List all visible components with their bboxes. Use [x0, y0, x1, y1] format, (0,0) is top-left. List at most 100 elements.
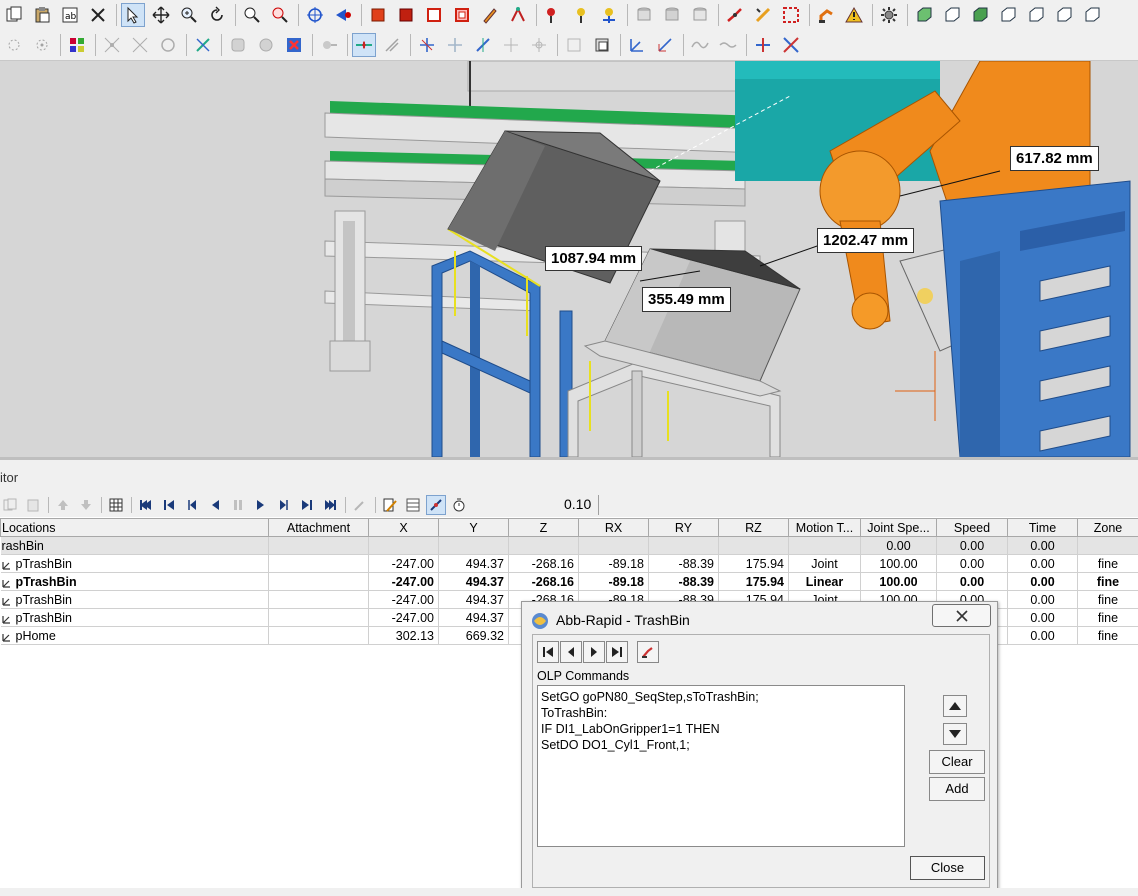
- lines-tool-icon[interactable]: [380, 33, 404, 57]
- frame-gray3-icon[interactable]: [562, 33, 586, 57]
- snap2-icon[interactable]: [30, 33, 54, 57]
- jump-start-icon[interactable]: [136, 495, 156, 515]
- column-header-speed[interactable]: Speed: [936, 518, 1008, 537]
- frame-gray2-icon[interactable]: [527, 33, 551, 57]
- green-box-icon[interactable]: [912, 3, 936, 27]
- column-header-x[interactable]: X: [368, 518, 439, 537]
- red-box-split-icon[interactable]: [450, 3, 474, 27]
- step-forward-icon[interactable]: [274, 495, 294, 515]
- scatter-icon[interactable]: [100, 33, 124, 57]
- green-box3-icon[interactable]: [968, 3, 992, 27]
- select-pointer-icon[interactable]: [121, 3, 145, 27]
- target-icon[interactable]: [303, 3, 327, 27]
- robot-arm-icon[interactable]: [814, 3, 838, 27]
- gray-tool-icon[interactable]: [226, 33, 250, 57]
- circle-tool-icon[interactable]: [156, 33, 180, 57]
- first-command-button[interactable]: [537, 641, 559, 663]
- color-tool-icon[interactable]: [65, 33, 89, 57]
- teach-icon[interactable]: [350, 495, 370, 515]
- paste-icon[interactable]: [30, 3, 54, 27]
- frame-gray4-icon[interactable]: [590, 33, 614, 57]
- robot-warning-icon[interactable]: [842, 3, 866, 27]
- jump-end-icon[interactable]: [320, 495, 340, 515]
- gray-cylinder2-icon[interactable]: [660, 3, 684, 27]
- timer-icon[interactable]: [449, 495, 469, 515]
- move-down-icon[interactable]: [76, 495, 96, 515]
- 3d-viewport[interactable]: 1087.94 mm 355.49 mm 1202.47 mm 617.82 m…: [0, 61, 1138, 457]
- axes-icon[interactable]: [625, 33, 649, 57]
- close-button[interactable]: Close: [910, 856, 985, 880]
- frame-gray-icon[interactable]: [499, 33, 523, 57]
- speed-slider-area[interactable]: [598, 495, 1138, 515]
- move-up-icon[interactable]: [53, 495, 73, 515]
- cross-icon[interactable]: [282, 33, 306, 57]
- zoom-icon[interactable]: [177, 3, 201, 27]
- clear-button[interactable]: Clear: [929, 750, 985, 774]
- gray-tool2-icon[interactable]: [254, 33, 278, 57]
- column-header-y[interactable]: Y: [438, 518, 509, 537]
- pin-tool-icon[interactable]: [597, 3, 621, 27]
- wave2-icon[interactable]: [716, 33, 740, 57]
- zoom-extents-icon[interactable]: [268, 3, 292, 27]
- snap-icon[interactable]: [2, 33, 26, 57]
- split2-icon[interactable]: [779, 33, 803, 57]
- teach-command-button[interactable]: [637, 641, 659, 663]
- pin-red-icon[interactable]: [541, 3, 565, 27]
- cut-icon[interactable]: [86, 3, 110, 27]
- paste-locations-icon[interactable]: [23, 495, 43, 515]
- frame-blue3-icon[interactable]: [471, 33, 495, 57]
- move-icon[interactable]: [149, 3, 173, 27]
- add-button[interactable]: Add: [929, 777, 985, 801]
- red-cube-icon[interactable]: [366, 3, 390, 27]
- table-view-icon[interactable]: [403, 495, 423, 515]
- measure-tool-icon[interactable]: [751, 3, 775, 27]
- olp-commands-textarea[interactable]: SetGO goPN80_SeqStep,sToTrashBin; ToTras…: [537, 685, 905, 847]
- axes2-icon[interactable]: [653, 33, 677, 57]
- aim-icon[interactable]: [331, 3, 355, 27]
- green-box6-icon[interactable]: [1052, 3, 1076, 27]
- scatter2-icon[interactable]: [128, 33, 152, 57]
- green-box7-icon[interactable]: [1080, 3, 1104, 27]
- pin-yellow-icon[interactable]: [569, 3, 593, 27]
- path-tool-icon[interactable]: [506, 3, 530, 27]
- column-header-rz[interactable]: RZ: [718, 518, 789, 537]
- table-row[interactable]: pTrashBin -247.00 494.37 -268.16 -89.18 -88.3…: [0, 572, 1138, 591]
- play-reverse-icon[interactable]: [205, 495, 225, 515]
- align-arrow-icon[interactable]: [352, 33, 376, 57]
- gray-tool3-icon[interactable]: [317, 33, 341, 57]
- pause-icon[interactable]: [228, 495, 248, 515]
- step-last-icon[interactable]: [297, 495, 317, 515]
- red-cube-dark-icon[interactable]: [394, 3, 418, 27]
- gray-cylinder3-icon[interactable]: [688, 3, 712, 27]
- green-box4-icon[interactable]: [996, 3, 1020, 27]
- column-header-zone[interactable]: Zone: [1077, 518, 1138, 537]
- last-command-button[interactable]: [606, 641, 628, 663]
- green-box2-icon[interactable]: [940, 3, 964, 27]
- move-down-button[interactable]: [943, 723, 967, 745]
- frame-tool-icon[interactable]: [779, 3, 803, 27]
- split-icon[interactable]: [751, 33, 775, 57]
- table-group-row[interactable]: rashBin 0.00 0.00 0.00: [0, 536, 1138, 555]
- axis-tool-icon[interactable]: [191, 33, 215, 57]
- pencil-tool-icon[interactable]: [478, 3, 502, 27]
- wave-icon[interactable]: [688, 33, 712, 57]
- step-first-icon[interactable]: [159, 495, 179, 515]
- rotate-view-icon[interactable]: [205, 3, 229, 27]
- column-header-z[interactable]: Z: [508, 518, 579, 537]
- column-header-locations[interactable]: Locations: [0, 518, 269, 537]
- play-icon[interactable]: [251, 495, 271, 515]
- zoom-window-icon[interactable]: [240, 3, 264, 27]
- frame-blue-icon[interactable]: [415, 33, 439, 57]
- prev-command-button[interactable]: [560, 641, 582, 663]
- copy-icon[interactable]: [2, 3, 26, 27]
- robot-link-icon[interactable]: [723, 3, 747, 27]
- step-back-icon[interactable]: [182, 495, 202, 515]
- column-header-joint-speed[interactable]: Joint Spe...: [860, 518, 937, 537]
- column-header-time[interactable]: Time: [1007, 518, 1078, 537]
- frame-blue2-icon[interactable]: [443, 33, 467, 57]
- grid-icon[interactable]: [106, 495, 126, 515]
- column-header-ry[interactable]: RY: [648, 518, 719, 537]
- table-row[interactable]: pTrashBin -247.00 494.37 -268.16 -89.18 -88.3…: [0, 554, 1138, 573]
- close-icon[interactable]: [932, 604, 991, 627]
- properties-icon[interactable]: ab: [58, 3, 82, 27]
